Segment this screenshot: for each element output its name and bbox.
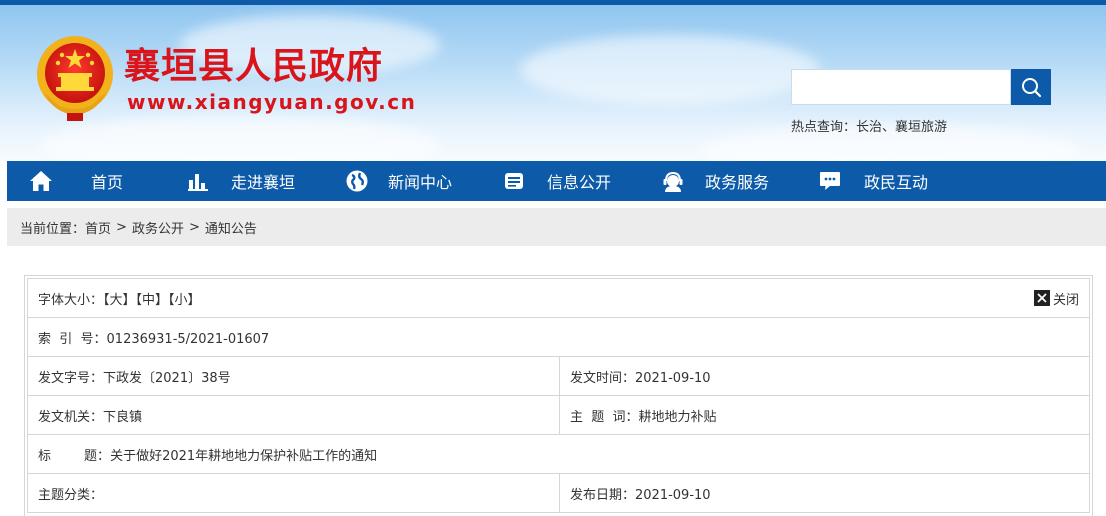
document-info-panel: 字体大小：【大】【中】【小】 关闭 索 引 号：01236931-5/2021-… [24,275,1093,516]
nav-item-gov-service[interactable]: 政务服务 [661,161,769,201]
title-value: 关于做好2021年耕地地力保护补贴工作的通知 [110,448,378,464]
close-button[interactable]: 关闭 [1033,289,1079,308]
title-label: 标 题： [38,448,111,464]
breadcrumb-separator: > [188,219,200,235]
service-person-icon [663,172,683,192]
breadcrumb-gov-affairs[interactable]: 政务公开 [132,218,184,237]
nav-label: 新闻中心 [388,173,453,192]
breadcrumb-prefix: 当前位置： [20,221,86,237]
close-label: 关闭 [1052,292,1079,308]
site-url: www.xiangyuan.gov.cn [127,90,417,114]
font-medium-button[interactable]: 【中】 [136,293,169,308]
hot-link-xiangyuan-travel[interactable]: 襄垣旅游 [895,120,947,135]
search-icon [1022,78,1042,98]
hot-link-changzhi[interactable]: 长治 [856,120,882,135]
hot-search-label: 热点查询： [791,120,857,135]
main-nav: 首页 走进襄垣 新闻中心 信息公开 政务服务 政民互动 [7,161,1106,201]
chart-icon [188,174,208,191]
nav-item-info-public[interactable]: 信息公开 [503,161,611,201]
index-value: 01236931-5/2021-01607 [106,331,270,347]
table-row: 发文机关：下良镇 主 题 词：耕地地力补贴 [27,395,1090,435]
issuer-value: 下良镇 [103,409,143,425]
hot-search: 热点查询：长治、襄垣旅游 [791,116,947,135]
nav-label: 政务服务 [705,173,770,192]
font-large-button[interactable]: 【大】 [103,293,136,308]
keyword-label: 主 题 词： [570,409,639,425]
font-small-button[interactable]: 【小】 [168,293,201,308]
chat-icon [820,172,840,190]
nav-item-news[interactable]: 新闻中心 [345,161,452,201]
site-title: 襄垣县人民政府 [124,46,384,87]
home-icon [30,171,52,191]
publish-date-label: 发布日期： [570,487,636,503]
issuer-label: 发文机关： [38,409,104,425]
issue-time-value: 2021-09-10 [635,370,711,386]
nav-item-about[interactable]: 走进襄垣 [187,161,295,201]
doc-number-value: 下政发〔2021〕38号 [103,370,231,386]
publish-date-value: 2021-09-10 [635,487,711,503]
document-icon [505,173,523,189]
table-row: 主题分类： 发布日期：2021-09-10 [27,473,1090,513]
breadcrumb-separator: > [116,219,127,235]
nav-item-home[interactable]: 首页 [29,161,123,201]
keyword-value: 耕地地力补贴 [638,409,717,425]
breadcrumb: 当前位置： 首页 > 政务公开 > 通知公告 [7,208,1106,246]
globe-icon [346,170,368,192]
breadcrumb-home[interactable]: 首页 [85,218,111,237]
document-info-table: 字体大小：【大】【中】【小】 关闭 索 引 号：01236931-5/2021-… [27,278,1090,513]
close-icon [1033,290,1050,306]
doc-number-label: 发文字号： [38,370,104,386]
nav-label: 首页 [91,173,124,192]
font-size-row: 字体大小：【大】【中】【小】 关闭 [27,278,1090,318]
site-header: 襄垣县人民政府 www.xiangyuan.gov.cn 热点查询：长治、襄垣旅… [0,5,1106,161]
index-label: 索 引 号： [38,331,107,347]
search-button[interactable] [1011,69,1051,105]
national-emblem-icon [37,36,113,121]
nav-label: 政民互动 [864,173,929,192]
table-row: 发文字号：下政发〔2021〕38号 发文时间：2021-09-10 [27,356,1090,396]
table-row: 索 引 号：01236931-5/2021-01607 [27,317,1090,357]
font-size-label: 字体大小： [38,292,104,308]
search-input[interactable] [791,69,1011,105]
hot-link-separator: 、 [882,120,896,135]
nav-item-interaction[interactable]: 政民互动 [818,161,928,201]
nav-label: 信息公开 [547,173,612,192]
nav-label: 走进襄垣 [231,173,296,192]
table-row: 标 题：关于做好2021年耕地地力保护补贴工作的通知 [27,434,1090,474]
breadcrumb-notices[interactable]: 通知公告 [205,218,257,237]
issue-time-label: 发文时间： [570,370,636,386]
category-label: 主题分类： [38,487,104,503]
